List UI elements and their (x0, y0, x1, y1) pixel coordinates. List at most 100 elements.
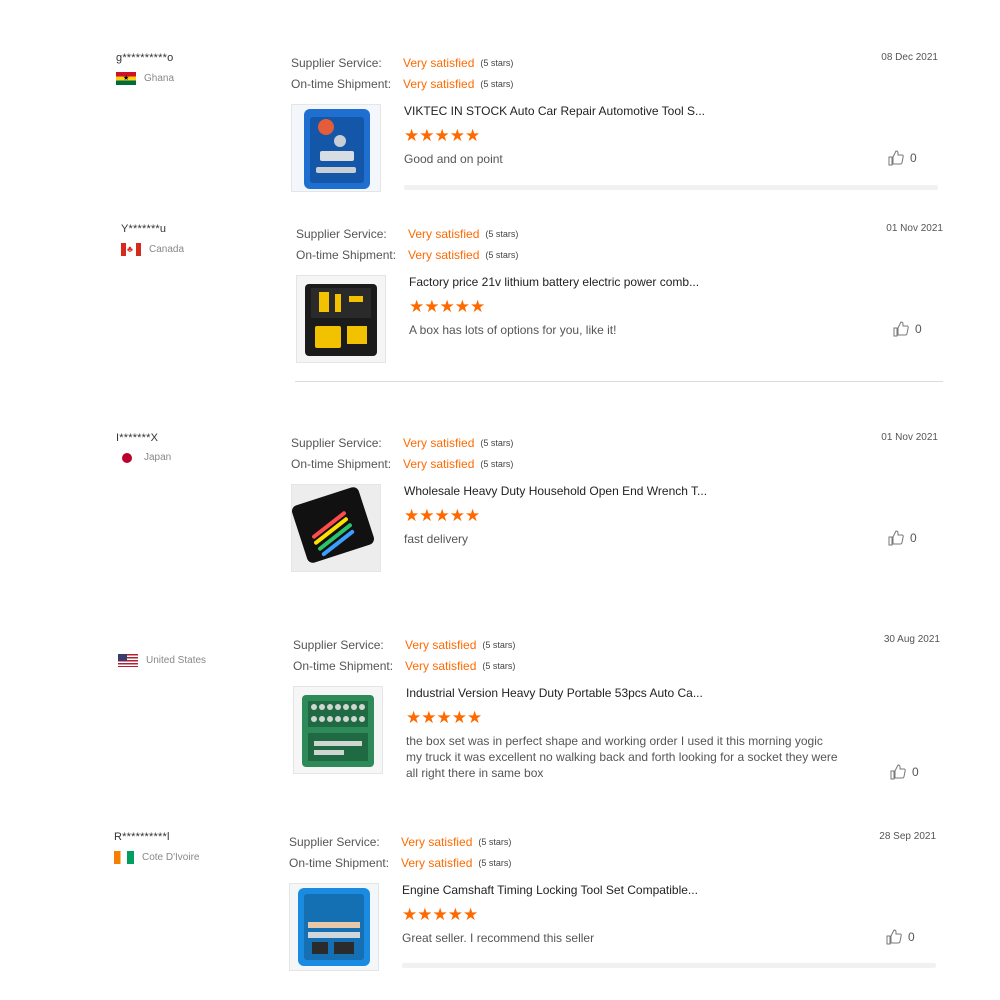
on-time-shipment-rating: On-time Shipment: Very satisfied (5 star… (296, 244, 518, 265)
star-rating: ★★★★★ (409, 297, 486, 316)
review-date: 30 Aug 2021 (883, 634, 940, 645)
on-time-shipment-label: On-time Shipment: (296, 247, 397, 262)
like-count: 0 (912, 765, 919, 779)
star-rating: ★★★★★ (404, 506, 481, 525)
ghana-flag-icon (116, 72, 136, 85)
on-time-shipment-label: On-time Shipment: (293, 658, 394, 673)
review-item: Y*******u Canada Supplier Service: Very … (121, 223, 951, 383)
on-time-shipment-value: Very satisfied (408, 247, 480, 262)
supplier-service-stars: (5 stars) (480, 437, 514, 448)
supplier-service-value: Very satisfied (403, 435, 475, 450)
ratings: Supplier Service: Very satisfied (5 star… (296, 223, 518, 265)
supplier-service-rating: Supplier Service: Very satisfied (5 star… (291, 52, 513, 73)
supplier-service-stars: (5 stars) (485, 228, 519, 239)
reviewer-info: g**********o Ghana (116, 52, 286, 85)
on-time-shipment-value: Very satisfied (403, 76, 475, 91)
on-time-shipment-stars: (5 stars) (485, 249, 519, 260)
cote-divoire-flag-icon (114, 851, 134, 864)
product-thumbnail[interactable] (291, 104, 381, 192)
like-button[interactable]: 0 (886, 929, 915, 945)
reviewer-country: Cote D'Ivoire (114, 851, 284, 864)
on-time-shipment-stars: (5 stars) (478, 857, 512, 868)
supplier-service-label: Supplier Service: (291, 55, 382, 70)
review-date: 08 Dec 2021 (881, 52, 938, 63)
reviewer-country: Ghana (116, 72, 286, 85)
product-title[interactable]: Industrial Version Heavy Duty Portable 5… (406, 686, 703, 700)
reviewer-name (118, 634, 288, 648)
supplier-service-rating: Supplier Service: Very satisfied (5 star… (296, 223, 518, 244)
on-time-shipment-stars: (5 stars) (480, 78, 514, 89)
ratings: Supplier Service: Very satisfied (5 star… (289, 831, 511, 873)
review-date: 01 Nov 2021 (886, 223, 943, 234)
supplier-service-stars: (5 stars) (482, 639, 516, 650)
like-button[interactable]: 0 (890, 764, 919, 780)
canada-flag-icon (121, 243, 141, 256)
like-count: 0 (908, 930, 915, 944)
review-comment: Good and on point (404, 152, 503, 166)
on-time-shipment-value: Very satisfied (401, 855, 473, 870)
product-thumbnail[interactable] (296, 275, 386, 363)
country-name: Canada (149, 244, 185, 255)
on-time-shipment-label: On-time Shipment: (289, 855, 390, 870)
supplier-service-label: Supplier Service: (296, 226, 387, 241)
reviewer-info: Y*******u Canada (121, 223, 291, 256)
country-name: United States (146, 655, 207, 666)
review-divider (295, 381, 943, 382)
star-rating: ★★★★★ (402, 905, 479, 924)
star-rating: ★★★★★ (406, 708, 483, 727)
supplier-service-value: Very satisfied (401, 834, 473, 849)
reviewer-country: Japan (116, 452, 286, 463)
product-thumbnail[interactable] (291, 484, 381, 572)
on-time-shipment-rating: On-time Shipment: Very satisfied (5 star… (289, 852, 511, 873)
review-comment: the box set was in perfect shape and wor… (406, 734, 838, 780)
supplier-service-rating: Supplier Service: Very satisfied (5 star… (291, 432, 513, 453)
thumbs-up-icon (893, 321, 909, 337)
product-title[interactable]: Wholesale Heavy Duty Household Open End … (404, 484, 707, 498)
like-button[interactable]: 0 (893, 321, 922, 337)
reviewer-name: Y*******u (121, 223, 167, 235)
on-time-shipment-stars: (5 stars) (482, 660, 516, 671)
country-name: Cote D'Ivoire (142, 852, 200, 863)
product-title[interactable]: Engine Camshaft Timing Locking Tool Set … (402, 883, 698, 897)
united-states-flag-icon (118, 654, 138, 667)
on-time-shipment-stars: (5 stars) (480, 458, 514, 469)
like-count: 0 (910, 531, 917, 545)
ratings: Supplier Service: Very satisfied (5 star… (293, 634, 515, 676)
on-time-shipment-rating: On-time Shipment: Very satisfied (5 star… (293, 655, 515, 676)
supplier-service-rating: Supplier Service: Very satisfied (5 star… (289, 831, 511, 852)
star-rating: ★★★★★ (404, 126, 481, 145)
like-button[interactable]: 0 (888, 150, 917, 166)
product-thumbnail[interactable] (289, 883, 379, 971)
reviewer-country: Canada (121, 243, 291, 256)
product-title[interactable]: Factory price 21v lithium battery electr… (409, 275, 699, 289)
supplier-service-value: Very satisfied (405, 637, 477, 652)
on-time-shipment-value: Very satisfied (403, 456, 475, 471)
review-scroll-track (402, 963, 936, 968)
product-title[interactable]: VIKTEC IN STOCK Auto Car Repair Automoti… (404, 104, 705, 118)
supplier-service-label: Supplier Service: (289, 834, 380, 849)
on-time-shipment-label: On-time Shipment: (291, 456, 392, 471)
reviewer-info: I*******X Japan (116, 432, 286, 463)
review-item: g**********o Ghana Supplier Service: Ver… (116, 52, 946, 197)
supplier-service-stars: (5 stars) (478, 836, 512, 847)
thumbs-up-icon (888, 150, 904, 166)
supplier-service-stars: (5 stars) (480, 57, 514, 68)
ratings: Supplier Service: Very satisfied (5 star… (291, 432, 513, 474)
reviewer-info: United States (118, 634, 288, 667)
supplier-service-label: Supplier Service: (293, 637, 384, 652)
product-thumbnail[interactable] (293, 686, 383, 774)
reviewer-name: R**********l (114, 831, 170, 843)
review-item: United States Supplier Service: Very sat… (118, 634, 948, 789)
like-button[interactable]: 0 (888, 530, 917, 546)
country-name: Ghana (144, 73, 175, 84)
like-count: 0 (910, 151, 917, 165)
on-time-shipment-rating: On-time Shipment: Very satisfied (5 star… (291, 453, 513, 474)
reviewer-country: United States (118, 654, 288, 667)
review-date: 01 Nov 2021 (881, 432, 938, 443)
on-time-shipment-label: On-time Shipment: (291, 76, 392, 91)
reviewer-info: R**********l Cote D'Ivoire (114, 831, 284, 864)
thumbs-up-icon (886, 929, 902, 945)
review-date: 28 Sep 2021 (879, 831, 936, 842)
ratings: Supplier Service: Very satisfied (5 star… (291, 52, 513, 94)
supplier-service-label: Supplier Service: (291, 435, 382, 450)
